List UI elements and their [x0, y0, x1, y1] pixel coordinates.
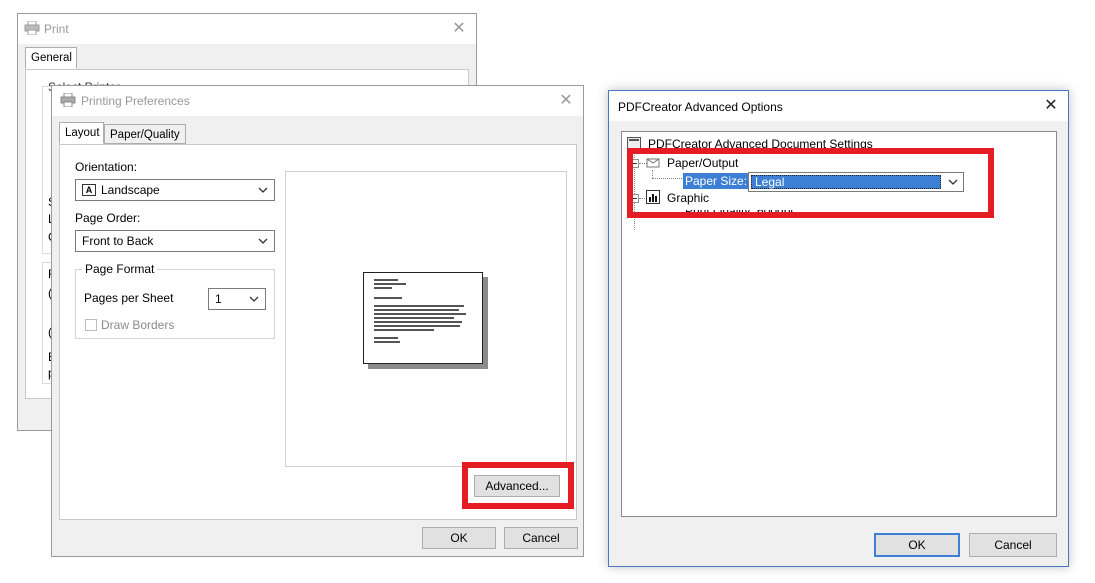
- tab-layout[interactable]: Layout: [59, 122, 104, 144]
- pages-per-sheet-label: Pages per Sheet: [84, 291, 174, 305]
- chevron-down-icon: [258, 238, 268, 244]
- landscape-icon: A: [82, 184, 96, 196]
- chevron-down-icon: [258, 187, 268, 193]
- printing-preferences-dialog: Printing Preferences ✕ Layout Paper/Qual…: [51, 85, 584, 557]
- close-icon[interactable]: ✕: [555, 90, 577, 112]
- orientation-label: Orientation:: [75, 160, 138, 174]
- print-titlebar[interactable]: Print ✕: [18, 14, 476, 44]
- page-order-label: Page Order:: [75, 211, 141, 225]
- layout-panel: Orientation: A Landscape Page Order: Fro…: [59, 144, 577, 520]
- advanced-options-dialog: PDFCreator Advanced Options ✕ PDFCreator…: [608, 90, 1069, 567]
- chevron-down-icon: [249, 296, 259, 302]
- draw-borders-checkbox[interactable]: [85, 319, 97, 331]
- page-preview-thumbnail: [363, 272, 483, 364]
- tab-general[interactable]: General: [25, 47, 77, 69]
- advanced-title: PDFCreator Advanced Options: [618, 100, 783, 114]
- page-format-group: Page Format Pages per Sheet 1 Draw Borde…: [75, 262, 275, 339]
- pages-per-sheet-select[interactable]: 1: [208, 288, 266, 310]
- orientation-value: Landscape: [101, 183, 160, 197]
- advanced-titlebar[interactable]: PDFCreator Advanced Options ✕: [609, 91, 1068, 121]
- page-order-value: Front to Back: [82, 234, 154, 248]
- highlight-box: [627, 148, 994, 218]
- printer-icon: [60, 92, 76, 108]
- cancel-button[interactable]: Cancel: [969, 533, 1057, 557]
- print-title: Print: [44, 22, 69, 36]
- orientation-select[interactable]: A Landscape: [75, 179, 275, 201]
- close-icon[interactable]: ✕: [448, 18, 470, 40]
- highlight-box: [462, 462, 574, 509]
- printer-icon: [24, 20, 40, 36]
- prefs-title: Printing Preferences: [81, 94, 190, 108]
- draw-borders-label: Draw Borders: [101, 318, 175, 332]
- close-icon[interactable]: ✕: [1040, 95, 1062, 117]
- layout-preview: [285, 171, 567, 467]
- cancel-button[interactable]: Cancel: [504, 527, 578, 549]
- ok-button[interactable]: OK: [422, 527, 496, 549]
- tab-paper-quality[interactable]: Paper/Quality: [104, 124, 186, 144]
- ok-button[interactable]: OK: [874, 533, 960, 557]
- page-order-select[interactable]: Front to Back: [75, 230, 275, 252]
- prefs-titlebar[interactable]: Printing Preferences ✕: [52, 86, 583, 116]
- pages-per-sheet-value: 1: [215, 292, 222, 306]
- page-format-legend: Page Format: [82, 262, 158, 276]
